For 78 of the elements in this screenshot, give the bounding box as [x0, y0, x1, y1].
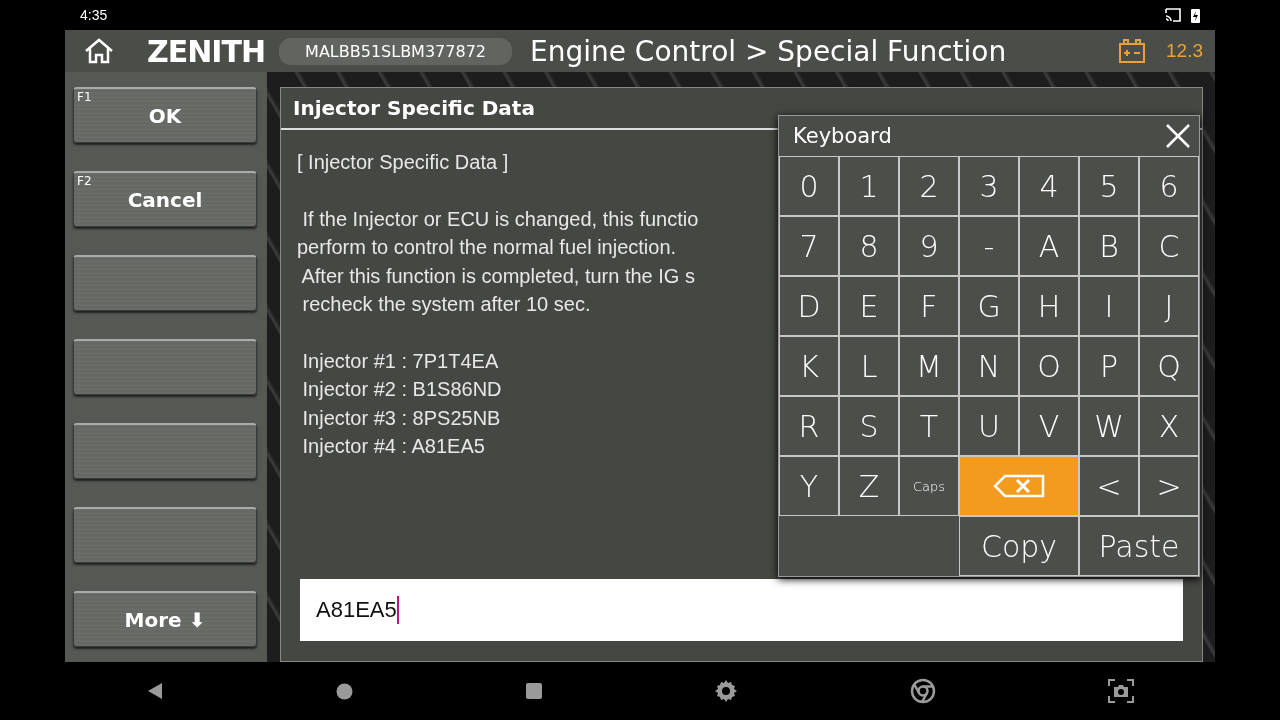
input-field[interactable]: A81EA5	[300, 579, 1183, 641]
close-button[interactable]	[1165, 123, 1191, 149]
keyboard-key[interactable]: Copy	[959, 516, 1079, 576]
injector-code: Injector #4 : A81EA5	[301, 434, 485, 459]
keyboard-key[interactable]: Paste	[1079, 516, 1199, 576]
keyboard-key[interactable]: E	[839, 276, 899, 336]
keyboard-key[interactable]: 1	[839, 156, 899, 216]
brand-logo: ZENITH	[147, 33, 266, 69]
backspace-icon	[993, 474, 1045, 498]
vin-badge: MALBB51SLBM377872	[279, 37, 512, 65]
keyboard-key[interactable]: 4	[1019, 156, 1079, 216]
keyboard-key[interactable]: Q	[1139, 336, 1199, 396]
cast-icon	[1165, 8, 1181, 22]
keyboard-key[interactable]: X	[1139, 396, 1199, 456]
keyboard-key[interactable]: Z	[839, 456, 899, 516]
keyboard-key[interactable]: N	[959, 336, 1019, 396]
keyboard-key[interactable]: 7	[779, 216, 839, 276]
clock: 4:35	[80, 7, 108, 23]
battery-icon	[1118, 39, 1146, 63]
keyboard-key[interactable]: K	[779, 336, 839, 396]
screenshot-icon[interactable]	[1108, 679, 1135, 703]
description-line: perform to control the normal fuel injection.	[297, 235, 677, 260]
section-heading: [ Injector Specific Data ]	[297, 150, 509, 175]
keyboard-key[interactable]: B	[1079, 216, 1139, 276]
function-key[interactable]	[73, 423, 257, 479]
keyboard-key[interactable]: 9	[899, 216, 959, 276]
home-icon[interactable]	[83, 38, 115, 64]
keyboard-key[interactable]: D	[779, 276, 839, 336]
breadcrumb-title: Engine Control > Special Function	[530, 34, 1008, 68]
keyboard-key[interactable]: M	[899, 336, 959, 396]
caps-key[interactable]: Caps	[899, 456, 959, 516]
keyboard-key[interactable]: A	[1019, 216, 1079, 276]
description-line: If the Injector or ECU is changed, this functio	[301, 206, 699, 232]
keyboard-key[interactable]: Y	[779, 456, 839, 516]
keyboard-key[interactable]: 3	[959, 156, 1019, 216]
function-key[interactable]: F1 OK	[73, 87, 257, 143]
function-key[interactable]: More ⬇	[73, 591, 257, 647]
keyboard-key[interactable]: 2	[899, 156, 959, 216]
key-hint: F2	[77, 174, 92, 188]
keyboard-key[interactable]: G	[959, 276, 1019, 336]
keyboard-key[interactable]: V	[1019, 396, 1079, 456]
injector-code: Injector #1 : 7P1T4EA	[301, 348, 499, 374]
keyboard-key[interactable]: >	[1139, 456, 1199, 516]
keyboard-key[interactable]: H	[1019, 276, 1079, 336]
keyboard-key[interactable]: I	[1079, 276, 1139, 336]
settings-icon[interactable]	[714, 679, 739, 703]
keyboard-key[interactable]: 8	[839, 216, 899, 276]
keyboard-key[interactable]: <	[1079, 456, 1139, 516]
keyboard-key[interactable]: 0	[779, 156, 839, 216]
recents-icon[interactable]	[524, 682, 543, 700]
injector-code: Injector #3 : 8PS25NB	[301, 405, 501, 431]
description-line: After this function is completed, turn the IG s	[300, 263, 695, 289]
keyboard-key[interactable]: L	[839, 336, 899, 396]
browser-icon[interactable]	[910, 678, 937, 704]
keyboard-key[interactable]: U	[959, 396, 1019, 456]
close-icon	[1165, 123, 1191, 149]
keyboard-key[interactable]: T	[899, 396, 959, 456]
voltage-reading: 12.3	[1166, 40, 1203, 62]
keyboard-key[interactable]: F	[899, 276, 959, 336]
keyboard-key[interactable]: O	[1019, 336, 1079, 396]
function-key[interactable]	[73, 507, 257, 563]
keyboard-key[interactable]: J	[1139, 276, 1199, 336]
keyboard-key[interactable]: S	[839, 396, 899, 456]
function-key[interactable]	[73, 255, 257, 311]
keyboard-key[interactable]: R	[779, 396, 839, 456]
injector-code: Injector #2 : B1S86ND	[301, 377, 502, 402]
keyboard-key[interactable]: -	[959, 216, 1019, 276]
function-key[interactable]	[73, 339, 257, 395]
key-hint: F1	[77, 90, 92, 104]
keyboard-key[interactable]: 6	[1139, 156, 1199, 216]
keyboard-key[interactable]: 5	[1079, 156, 1139, 216]
description-line: recheck the system after 10 sec.	[301, 292, 591, 317]
keyboard-key[interactable]: P	[1079, 336, 1139, 396]
battery-icon	[1191, 7, 1200, 23]
keyboard-key[interactable]: C	[1139, 216, 1199, 276]
home-icon[interactable]	[335, 682, 353, 700]
keyboard-key[interactable]: W	[1079, 396, 1139, 456]
function-key[interactable]: F2 Cancel	[73, 171, 257, 227]
